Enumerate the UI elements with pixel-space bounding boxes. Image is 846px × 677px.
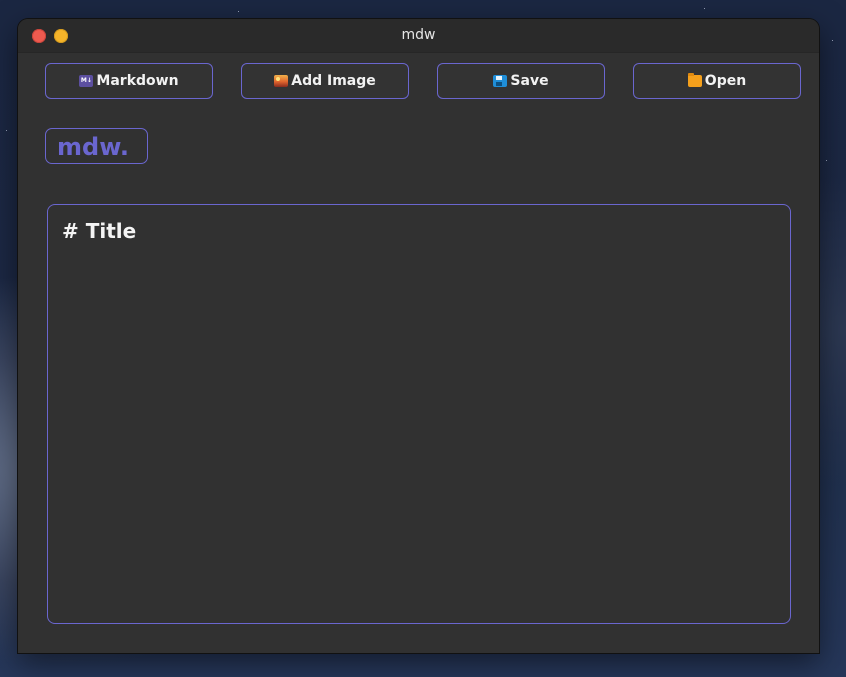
markdown-button-label: Markdown <box>96 73 179 89</box>
add-image-button-label: Add Image <box>291 73 376 89</box>
image-icon <box>274 75 289 87</box>
markdown-button[interactable]: M↓ Markdown <box>45 63 213 99</box>
folder-icon <box>687 73 702 87</box>
add-image-button[interactable]: Add Image <box>241 63 409 99</box>
markdown-icon: M↓ <box>79 75 94 87</box>
markdown-editor[interactable]: # Title <box>47 204 791 624</box>
app-window: mdw M↓ Markdown Add Image Save Open mdw.… <box>18 19 819 653</box>
open-button-label: Open <box>704 73 747 89</box>
open-button[interactable]: Open <box>633 63 801 99</box>
save-button[interactable]: Save <box>437 63 605 99</box>
app-logo: mdw. <box>45 128 148 164</box>
editor-content[interactable]: # Title <box>62 219 136 243</box>
title-bar[interactable]: mdw <box>18 19 819 53</box>
save-button-label: Save <box>510 73 549 89</box>
floppy-disk-icon <box>493 75 508 87</box>
window-title: mdw <box>401 27 436 43</box>
